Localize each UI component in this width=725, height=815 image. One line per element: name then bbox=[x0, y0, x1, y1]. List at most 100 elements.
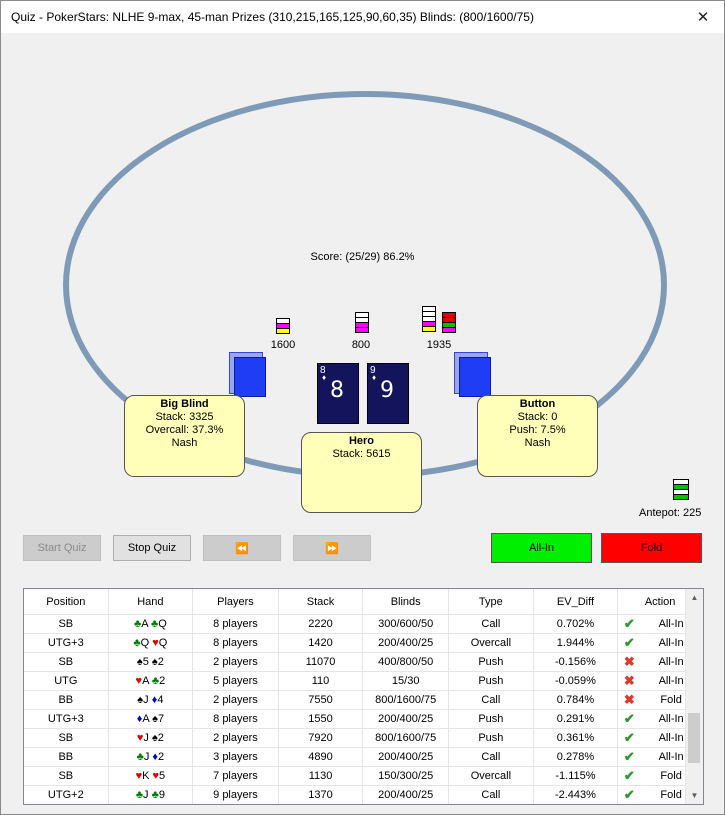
card-rank: 2 bbox=[157, 656, 164, 668]
card-rank: 9 bbox=[158, 789, 165, 801]
cell-type: Overcall bbox=[448, 766, 534, 786]
stop-quiz-button[interactable]: Stop Quiz bbox=[113, 535, 191, 561]
card-suit-icon: ♣ bbox=[135, 789, 144, 801]
cell-stack: 4890 bbox=[278, 747, 364, 767]
card-rank: J bbox=[143, 789, 149, 801]
results-grid[interactable]: Position Hand Players Stack Blinds Type … bbox=[23, 588, 704, 805]
cell-hand: ♣J ♣9 bbox=[108, 785, 194, 804]
cell-players: 9 players bbox=[192, 785, 279, 804]
table-row[interactable]: UTG ♥A ♣2 5 players 110 15/30 Push -0.059% ✖ All… bbox=[24, 671, 703, 691]
cell-type: Push bbox=[448, 709, 534, 729]
scroll-down-icon[interactable]: ▼ bbox=[686, 787, 703, 804]
seat-button: Button Stack: 0 Push: 7.5% Nash bbox=[477, 395, 598, 477]
column-header-position[interactable]: Position bbox=[24, 589, 109, 615]
all-in-button[interactable]: All-In bbox=[491, 533, 592, 563]
table-row[interactable]: UTG+3 ♦A ♠7 8 players 1550 200/400/25 Push 0.2… bbox=[24, 709, 703, 729]
cell-position: UTG+2 bbox=[24, 785, 109, 804]
card-suit-icon: ♣ bbox=[151, 675, 160, 687]
close-icon[interactable]: ✕ bbox=[690, 5, 716, 29]
start-quiz-button[interactable]: Start Quiz bbox=[23, 535, 101, 561]
column-header-hand[interactable]: Hand bbox=[108, 589, 194, 615]
fold-button[interactable]: Fold bbox=[601, 533, 702, 563]
cell-hand: ♦A ♠7 bbox=[108, 709, 194, 729]
seat-stack: Stack: 0 bbox=[517, 411, 558, 423]
hero-chip-stack-icon bbox=[355, 312, 369, 333]
table-row[interactable]: UTG+3 ♣Q ♥Q 8 players 1420 200/400/25 Overcal… bbox=[24, 633, 703, 653]
cell-hand: ♥K ♥5 bbox=[108, 766, 194, 786]
card-rank: A bbox=[142, 675, 149, 687]
cell-type: Push bbox=[448, 652, 534, 672]
cell-hand: ♣J ♦2 bbox=[108, 747, 194, 767]
diamond-icon: ♦ bbox=[322, 373, 327, 382]
column-header-stack[interactable]: Stack bbox=[278, 589, 364, 615]
button-bet-amount: 1935 bbox=[426, 339, 452, 351]
table-row[interactable]: SB ♠5 ♠2 2 players 11070 400/800/50 Push -0.15… bbox=[24, 652, 703, 672]
window-title: Quiz - PokerStars: NLHE 9-max, 45-man Pr… bbox=[11, 10, 534, 24]
diamond-icon: ♦ bbox=[372, 373, 377, 382]
seat-range: Push: 7.5% bbox=[509, 424, 566, 436]
cell-players: 3 players bbox=[192, 747, 279, 767]
cell-stack: 1550 bbox=[278, 709, 364, 729]
grid-header-row: Position Hand Players Stack Blinds Type … bbox=[24, 589, 703, 615]
checkmark-icon: ✔ bbox=[623, 711, 635, 726]
cell-position: BB bbox=[24, 690, 109, 710]
checkmark-icon: ✔ bbox=[623, 768, 635, 783]
cell-players: 2 players bbox=[192, 690, 279, 710]
hero-card-2: 9 ♦ 9 bbox=[367, 363, 409, 424]
table-row[interactable]: UTG+2 ♣J ♣9 9 players 1370 200/400/25 Call -2.… bbox=[24, 785, 703, 804]
cell-blinds: 800/1600/75 bbox=[362, 690, 450, 710]
column-header-players[interactable]: Players bbox=[192, 589, 279, 615]
table-row[interactable]: BB ♣J ♦2 3 players 4890 200/400/25 Call 0.278%… bbox=[24, 747, 703, 767]
table-row[interactable]: SB ♣A ♣Q 8 players 2220 300/600/50 Call 0.702%… bbox=[24, 614, 703, 634]
cell-position: SB bbox=[24, 614, 109, 634]
cell-stack: 1130 bbox=[278, 766, 364, 786]
cell-hand: ♥A ♣2 bbox=[108, 671, 194, 691]
cell-players: 8 players bbox=[192, 614, 279, 634]
table-row[interactable]: SB ♥J ♠2 2 players 7920 800/1600/75 Push 0.361… bbox=[24, 728, 703, 748]
cell-type: Overcall bbox=[448, 633, 534, 653]
card-rank: 7 bbox=[157, 713, 165, 725]
cell-type: Call bbox=[448, 785, 534, 804]
seat-strategy: Nash bbox=[171, 437, 198, 449]
next-icon[interactable]: ⏩ bbox=[293, 535, 371, 561]
cell-position: UTG+3 bbox=[24, 633, 109, 653]
column-header-ev-diff[interactable]: EV_Diff bbox=[533, 589, 619, 615]
cell-blinds: 200/400/25 bbox=[362, 747, 450, 767]
cell-players: 8 players bbox=[192, 709, 279, 729]
scroll-up-icon[interactable]: ▲ bbox=[686, 589, 703, 606]
cell-stack: 7920 bbox=[278, 728, 364, 748]
column-header-type[interactable]: Type bbox=[448, 589, 534, 615]
cell-blinds: 300/600/50 bbox=[362, 614, 450, 634]
bb-chip-stack-icon bbox=[276, 318, 290, 334]
cell-hand: ♣Q ♥Q bbox=[108, 633, 194, 653]
scroll-thumb[interactable] bbox=[688, 713, 700, 763]
cell-players: 5 players bbox=[192, 671, 279, 691]
cell-ev-diff: -2.443% bbox=[533, 785, 619, 804]
cell-hand: ♣A ♣Q bbox=[108, 614, 194, 634]
seat-big-blind: Big Blind Stack: 3325 Overcall: 37.3% Na… bbox=[124, 395, 245, 477]
card-rank: A bbox=[142, 713, 150, 725]
cell-position: SB bbox=[24, 766, 109, 786]
grid-scrollbar[interactable]: ▲ ▼ bbox=[685, 589, 703, 804]
table-row[interactable]: BB ♠J ♦4 2 players 7550 800/1600/75 Call 0.784… bbox=[24, 690, 703, 710]
cell-ev-diff: 0.784% bbox=[533, 690, 619, 710]
card-rank: 2 bbox=[159, 675, 166, 687]
cross-icon: ✖ bbox=[623, 673, 635, 688]
card-rank: Q bbox=[140, 637, 150, 649]
table-row[interactable]: SB ♥K ♥5 7 players 1130 150/300/25 Overcall -1… bbox=[24, 766, 703, 786]
checkmark-icon: ✔ bbox=[623, 635, 635, 650]
seat-stack: Stack: 3325 bbox=[155, 411, 214, 423]
previous-icon[interactable]: ⏪ bbox=[203, 535, 281, 561]
column-header-blinds[interactable]: Blinds bbox=[362, 589, 450, 615]
seat-stack: Stack: 5615 bbox=[332, 448, 391, 460]
cell-ev-diff: 0.702% bbox=[533, 614, 619, 634]
cell-type: Push bbox=[448, 671, 534, 691]
card-rank: 4 bbox=[157, 694, 164, 706]
cell-position: BB bbox=[24, 747, 109, 767]
seat-name: Big Blind bbox=[160, 398, 209, 410]
cell-blinds: 200/400/25 bbox=[362, 785, 450, 804]
cell-ev-diff: -1.115% bbox=[533, 766, 619, 786]
cell-stack: 1420 bbox=[278, 633, 364, 653]
checkmark-icon: ✔ bbox=[623, 749, 635, 764]
cell-hand: ♠5 ♠2 bbox=[108, 652, 194, 672]
